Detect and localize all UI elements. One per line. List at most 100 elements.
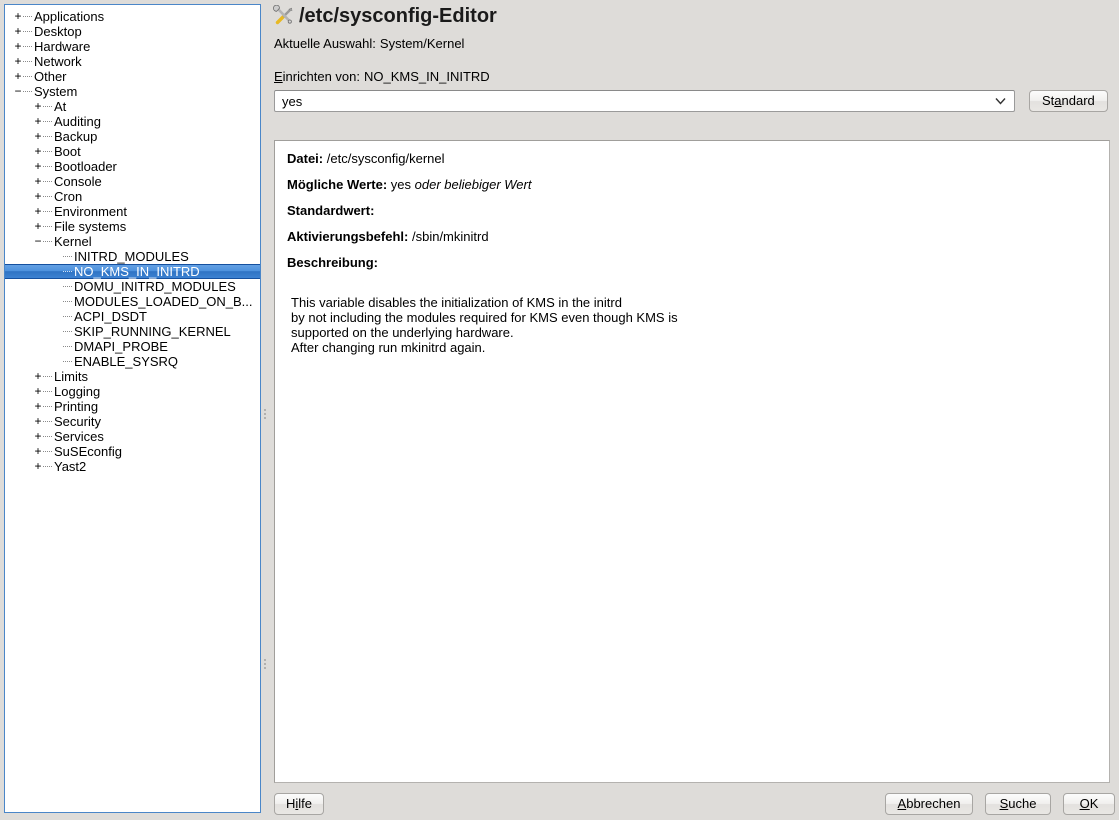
- tree-guide-line: [43, 391, 52, 393]
- tree-item-variable[interactable]: ACPI_DSDT: [5, 309, 260, 324]
- tree-item-group[interactable]: + At: [5, 99, 260, 114]
- tree-item-group[interactable]: +Network: [5, 54, 260, 69]
- info-possible-values-plain: yes: [391, 177, 411, 192]
- tree-item-group[interactable]: + Other: [5, 69, 260, 84]
- config-tree[interactable]: +Applications+Desktop+Hardware+Network+O…: [5, 5, 260, 474]
- tree-expander-plus-icon[interactable]: +: [33, 159, 43, 174]
- tree-item-variable[interactable]: INITRD_MODULES: [5, 249, 260, 264]
- tree-item-group[interactable]: +Hardware: [5, 39, 260, 54]
- panel-splitter[interactable]: [261, 4, 270, 813]
- info-possible-values-label: Mögliche Werte:: [287, 177, 387, 192]
- tree-expander-minus-icon[interactable]: −: [13, 84, 23, 99]
- standard-button[interactable]: Standard: [1029, 90, 1108, 112]
- tree-item-group[interactable]: −Kernel: [5, 234, 260, 249]
- button-bar: Hilfe Abbrechen Suche OK: [270, 793, 1119, 820]
- info-default-row: Standardwert:: [287, 203, 1097, 219]
- tree-item-group[interactable]: +Console: [5, 174, 260, 189]
- tree-item-variable[interactable]: MODULES_LOADED_ON_B...: [5, 294, 260, 309]
- cancel-button[interactable]: Abbrechen: [885, 793, 973, 815]
- tree-expander-plus-icon[interactable]: +: [13, 54, 23, 69]
- tree-guide-line: [43, 166, 52, 168]
- tree-item-group[interactable]: + Limits: [5, 369, 260, 384]
- tree-item-group[interactable]: +Backup: [5, 129, 260, 144]
- tree-item-group[interactable]: +Printing: [5, 399, 260, 414]
- ok-button[interactable]: OK: [1063, 793, 1115, 815]
- splitter-grip-top[interactable]: [264, 409, 266, 420]
- tree-guide-line: [63, 331, 72, 333]
- tree-item-group[interactable]: + Bootloader: [5, 159, 260, 174]
- tree-item-group[interactable]: +Security: [5, 414, 260, 429]
- search-button[interactable]: Suche: [985, 793, 1051, 815]
- tree-expander-plus-icon[interactable]: +: [33, 144, 43, 159]
- tree-expander-plus-icon[interactable]: +: [33, 204, 43, 219]
- tree-expander-plus-icon[interactable]: +: [33, 384, 43, 399]
- tree-item-group[interactable]: + Logging: [5, 384, 260, 399]
- tree-item-label: System: [32, 84, 77, 99]
- tree-item-group[interactable]: + File systems: [5, 219, 260, 234]
- tree-expander-plus-icon[interactable]: +: [33, 129, 43, 144]
- value-combobox-value: yes: [275, 94, 302, 109]
- info-file-value: /etc/sysconfig/kernel: [327, 151, 445, 166]
- tree-expander-plus-icon[interactable]: +: [13, 39, 23, 54]
- tree-item-label: SKIP_RUNNING_KERNEL: [72, 324, 231, 339]
- tree-item-group[interactable]: +Services: [5, 429, 260, 444]
- tree-item-group[interactable]: −System: [5, 84, 260, 99]
- tree-guide-line: [63, 271, 72, 273]
- help-button[interactable]: Hilfe: [274, 793, 324, 815]
- tree-item-group[interactable]: +Applications: [5, 9, 260, 24]
- tree-expander-plus-icon[interactable]: +: [13, 24, 23, 39]
- search-button-after: uche: [1008, 796, 1036, 811]
- value-combobox[interactable]: yes: [274, 90, 1015, 112]
- tree-item-label: Kernel: [52, 234, 92, 249]
- tree-item-group[interactable]: +Environment: [5, 204, 260, 219]
- tree-item-group[interactable]: +Yast2: [5, 459, 260, 474]
- main-content-pane: /etc/sysconfig-Editor Aktuelle Auswahl:S…: [270, 0, 1119, 820]
- tree-item-group[interactable]: +Desktop: [5, 24, 260, 39]
- tree-item-label: At: [52, 99, 66, 114]
- tree-item-label: Limits: [52, 369, 88, 384]
- chevron-down-icon[interactable]: [995, 98, 1006, 105]
- tree-expander-minus-icon[interactable]: −: [33, 234, 43, 249]
- tree-expander-plus-icon[interactable]: +: [33, 114, 43, 129]
- configure-variable-name: NO_KMS_IN_INITRD: [364, 69, 490, 84]
- tree-item-variable[interactable]: SKIP_RUNNING_KERNEL: [5, 324, 260, 339]
- tree-expander-plus-icon[interactable]: +: [33, 189, 43, 204]
- tree-item-variable[interactable]: NO_KMS_IN_INITRD: [5, 264, 260, 279]
- tree-guide-line: [43, 226, 52, 228]
- tree-expander-plus-icon[interactable]: +: [33, 219, 43, 234]
- info-description-label: Beschreibung:: [287, 255, 378, 270]
- splitter-grip-bottom[interactable]: [264, 659, 266, 670]
- tree-item-label: Boot: [52, 144, 81, 159]
- tree-expander-plus-icon[interactable]: +: [33, 429, 43, 444]
- tree-item-variable[interactable]: DOMU_INITRD_MODULES: [5, 279, 260, 294]
- tree-expander-plus-icon[interactable]: +: [33, 369, 43, 384]
- tree-guide-line: [23, 46, 32, 48]
- tree-item-group[interactable]: +Auditing: [5, 114, 260, 129]
- tree-item-label: INITRD_MODULES: [72, 249, 189, 264]
- tree-item-label: ACPI_DSDT: [72, 309, 147, 324]
- tree-item-group[interactable]: +SuSEconfig: [5, 444, 260, 459]
- tree-guide-line: [43, 451, 52, 453]
- tree-expander-plus-icon[interactable]: +: [33, 414, 43, 429]
- tree-expander-plus-icon[interactable]: +: [33, 99, 43, 114]
- tree-item-group[interactable]: +Cron: [5, 189, 260, 204]
- tree-item-label: Other: [32, 69, 67, 84]
- tree-guide-line: [63, 286, 72, 288]
- tree-item-variable[interactable]: ENABLE_SYSRQ: [5, 354, 260, 369]
- tree-expander-plus-icon[interactable]: +: [33, 174, 43, 189]
- ok-button-mnemonic: O: [1080, 796, 1090, 811]
- tree-guide-line: [63, 346, 72, 348]
- tree-expander-plus-icon[interactable]: +: [33, 444, 43, 459]
- info-file-label: Datei:: [287, 151, 323, 166]
- tree-expander-plus-icon[interactable]: +: [13, 69, 23, 84]
- tree-expander-plus-icon[interactable]: +: [33, 459, 43, 474]
- tree-item-label: Logging: [52, 384, 100, 399]
- tree-item-label: File systems: [52, 219, 126, 234]
- config-tree-panel[interactable]: +Applications+Desktop+Hardware+Network+O…: [4, 4, 261, 813]
- tree-item-group[interactable]: + Boot: [5, 144, 260, 159]
- tree-expander-plus-icon[interactable]: +: [33, 399, 43, 414]
- tree-expander-plus-icon[interactable]: +: [13, 9, 23, 24]
- tree-item-label: Bootloader: [52, 159, 117, 174]
- info-default-label: Standardwert:: [287, 203, 374, 218]
- tree-item-variable[interactable]: DMAPI_PROBE: [5, 339, 260, 354]
